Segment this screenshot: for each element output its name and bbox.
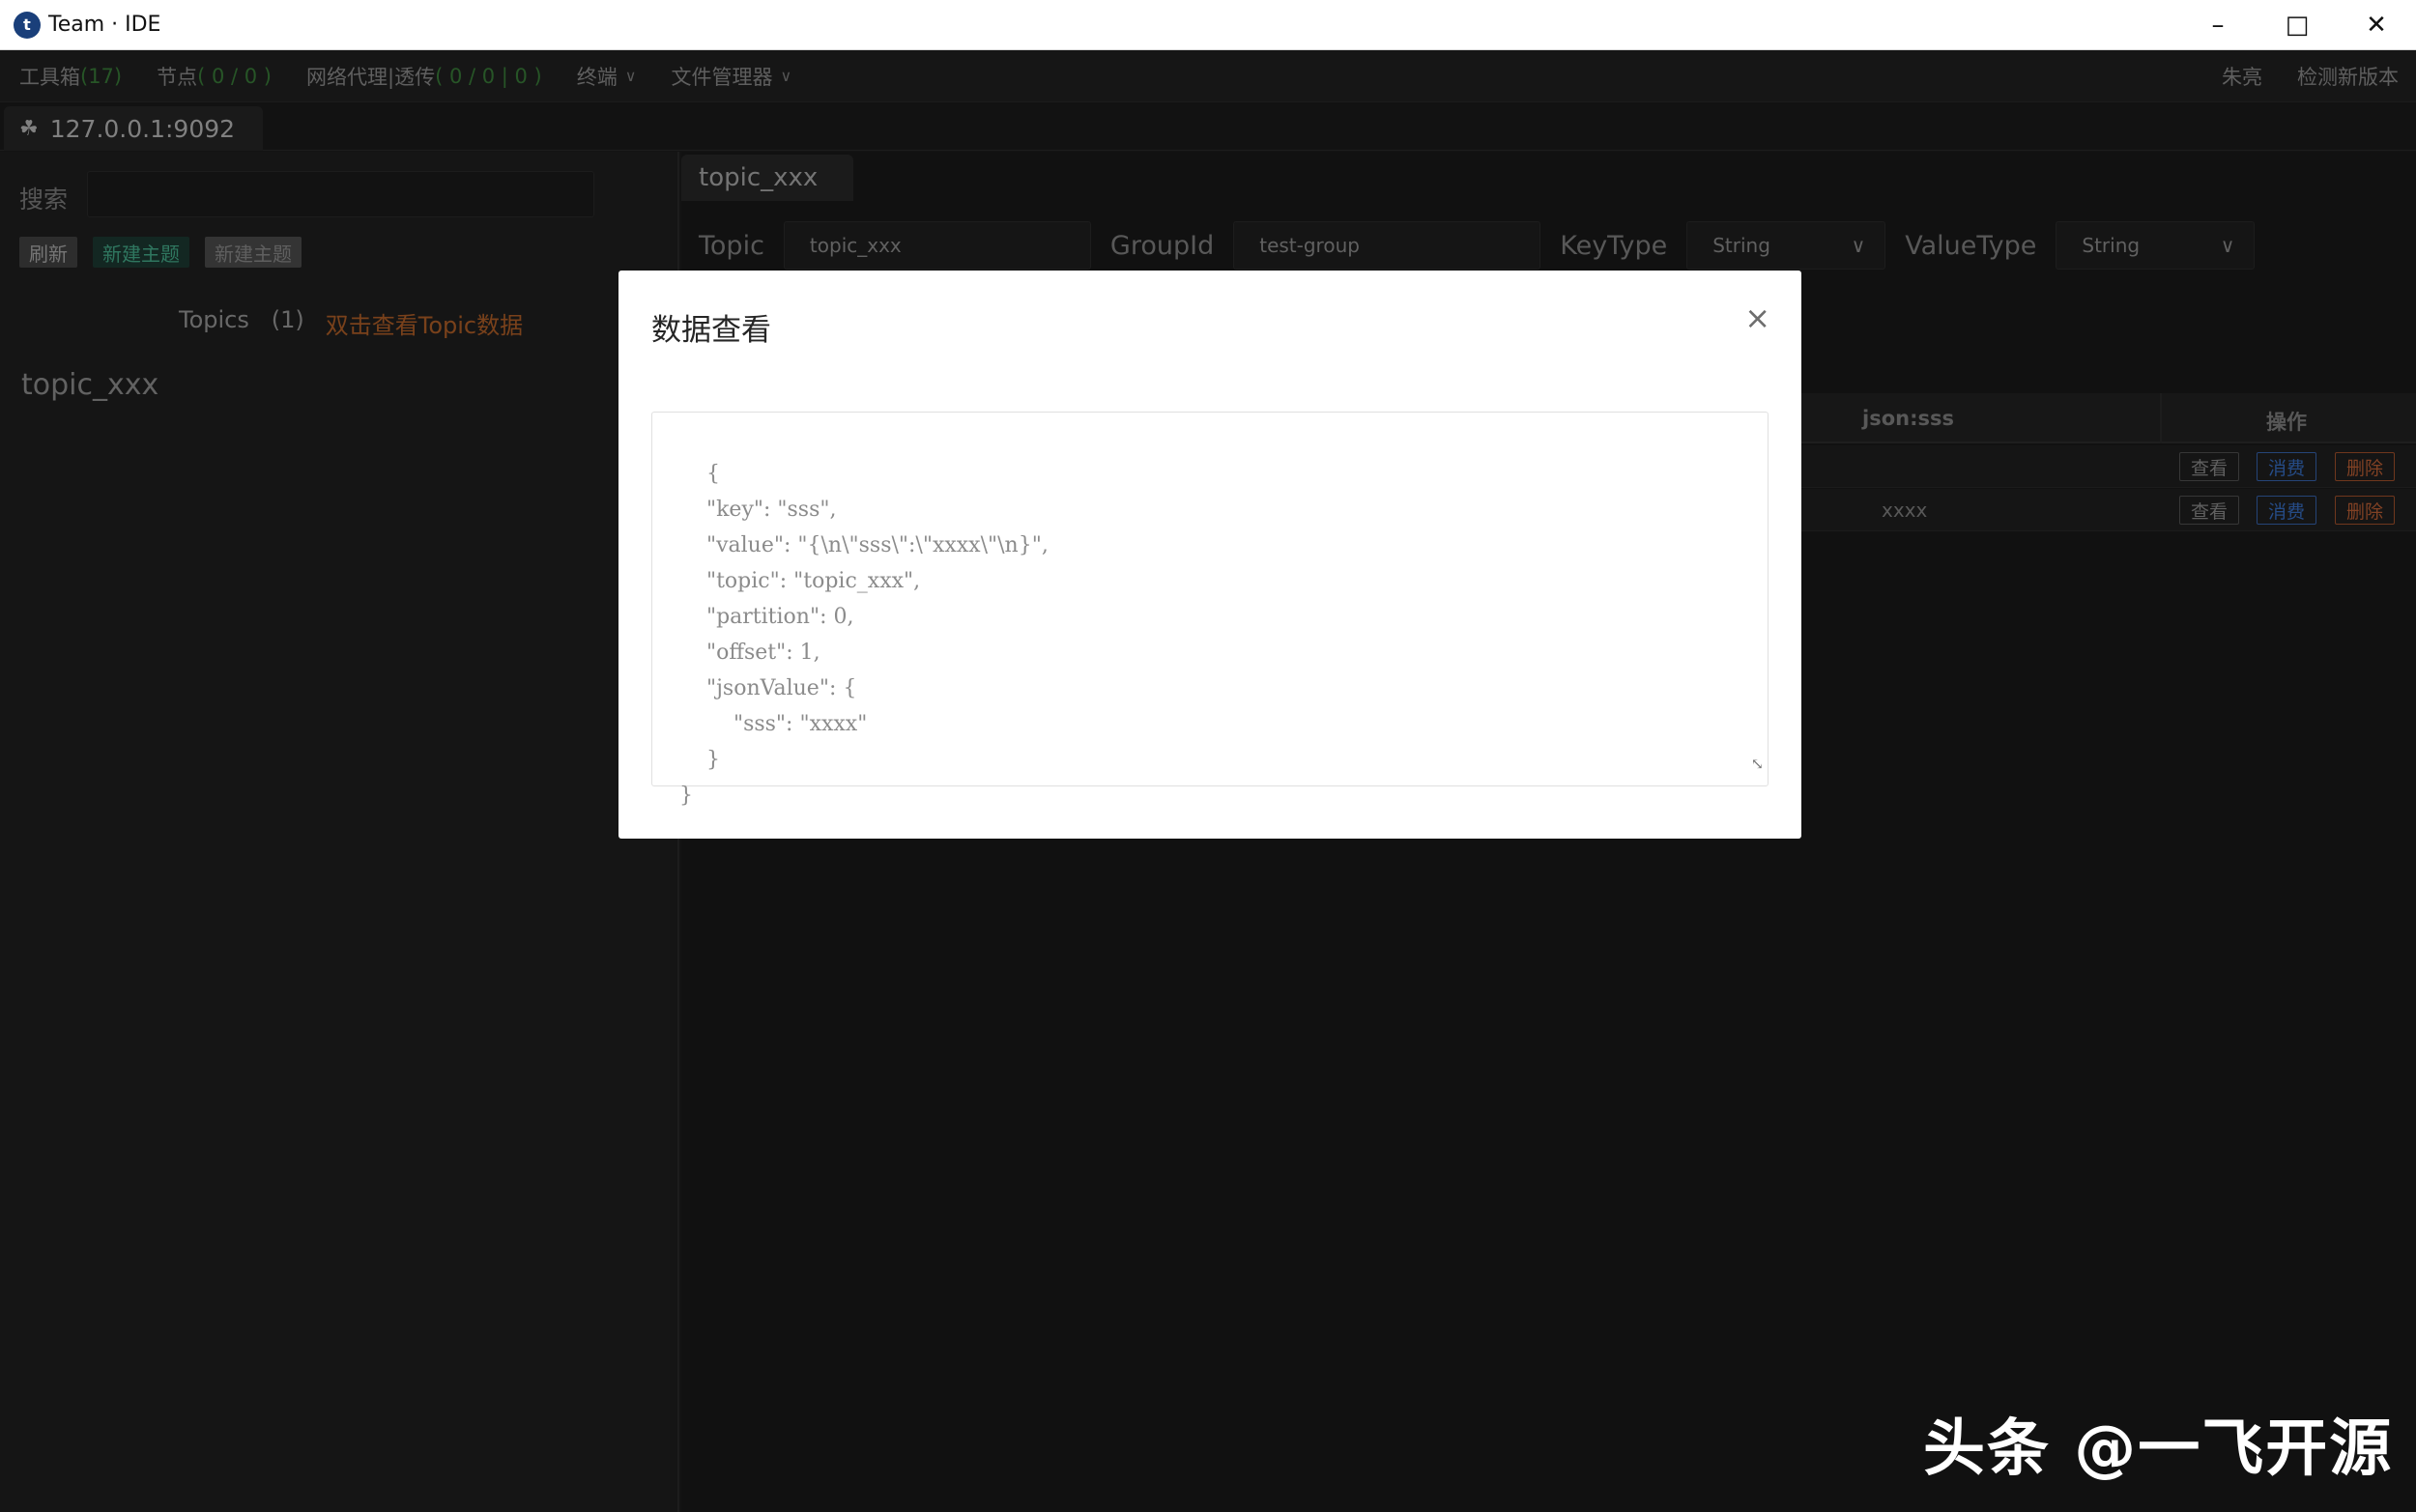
minimize-icon[interactable]: – xyxy=(2178,0,2258,49)
window-title: Team · IDE xyxy=(48,13,161,37)
maximize-icon[interactable]: □ xyxy=(2258,0,2337,49)
title-bar: t Team · IDE – □ ✕ xyxy=(0,0,2416,50)
app-logo-icon: t xyxy=(14,11,41,39)
close-icon[interactable]: × xyxy=(1744,300,1770,336)
close-window-icon[interactable]: ✕ xyxy=(2337,0,2416,49)
window-controls: – □ ✕ xyxy=(2178,0,2416,49)
data-view-modal: 数据查看 × { "key": "sss", "value": "{\n\"ss… xyxy=(618,271,1801,839)
json-textarea[interactable]: { "key": "sss", "value": "{\n\"sss\":\"x… xyxy=(651,412,1769,808)
resize-handle-icon[interactable]: ⤡ xyxy=(1751,746,1764,782)
modal-title: 数据查看 xyxy=(651,313,771,348)
watermark: 头条 @一飞开源 xyxy=(1923,1413,2394,1485)
json-content: { "key": "sss", "value": "{\n\"sss\":\"x… xyxy=(679,462,1049,808)
